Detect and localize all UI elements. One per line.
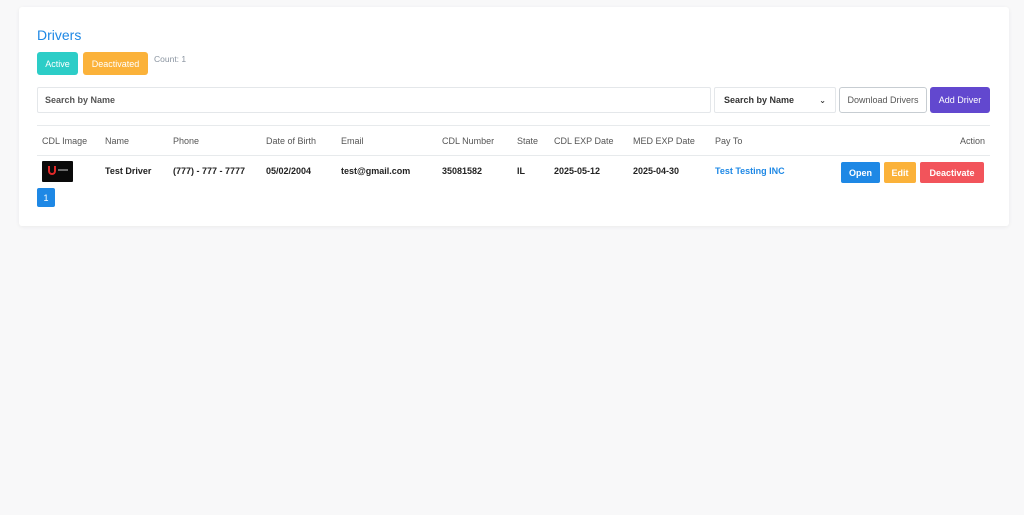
header-email: Email: [341, 136, 364, 146]
header-cdl-image: CDL Image: [42, 136, 88, 146]
cdl-image-thumbnail[interactable]: [42, 161, 73, 182]
header-pay-to: Pay To: [715, 136, 743, 146]
cell-med-exp-date: 2025-04-30: [633, 166, 680, 176]
header-date-of-birth: Date of Birth: [266, 136, 317, 146]
chevron-down-icon: ⌄: [819, 95, 826, 105]
search-field-select[interactable]: Search by Name ⌄: [714, 87, 836, 113]
cell-cdl-exp-date: 2025-05-12: [554, 166, 601, 176]
cell-email: test@gmail.com: [341, 166, 411, 176]
search-field-select-value: Search by Name: [724, 95, 795, 105]
drivers-card: Drivers Active Deactivated Count: 1 Sear…: [19, 7, 1009, 226]
cell-state: IL: [517, 166, 525, 176]
deactivate-button[interactable]: Deactivate: [920, 162, 984, 183]
pagination-page-1[interactable]: 1: [37, 188, 55, 207]
logo-text-icon: [58, 169, 68, 171]
cell-cdl-number: 35081582: [442, 166, 483, 176]
table-row: Test Driver (777) - 777 - 7777 05/02/200…: [37, 156, 990, 186]
cell-name: Test Driver: [105, 166, 152, 176]
add-driver-button[interactable]: Add Driver: [930, 87, 990, 113]
deactivated-filter-button[interactable]: Deactivated: [83, 52, 148, 75]
header-cdl-number: CDL Number: [442, 136, 495, 146]
open-button[interactable]: Open: [841, 162, 880, 183]
cell-date-of-birth: 05/02/2004: [266, 166, 312, 176]
bottom-strip: [0, 515, 1024, 523]
drivers-table: CDL Image Name Phone Date of Birth Email…: [37, 125, 990, 186]
download-drivers-button[interactable]: Download Drivers: [839, 87, 927, 113]
driver-count: Count: 1: [154, 54, 187, 64]
active-filter-button[interactable]: Active: [37, 52, 78, 75]
search-input[interactable]: [37, 87, 711, 113]
header-med-exp-date: MED EXP Date: [633, 136, 695, 146]
header-name: Name: [105, 136, 130, 146]
header-phone: Phone: [173, 136, 200, 146]
header-state: State: [517, 136, 539, 146]
header-action: Action: [959, 136, 985, 146]
cell-phone: (777) - 777 - 7777: [173, 166, 246, 176]
logo-mark-icon: [48, 166, 56, 175]
page-title: Drivers: [37, 27, 82, 43]
table-header: CDL Image Name Phone Date of Birth Email…: [37, 126, 990, 156]
cell-pay-to-link[interactable]: Test Testing INC: [715, 166, 785, 176]
header-cdl-exp-date: CDL EXP Date: [554, 136, 614, 146]
edit-button[interactable]: Edit: [884, 162, 916, 183]
